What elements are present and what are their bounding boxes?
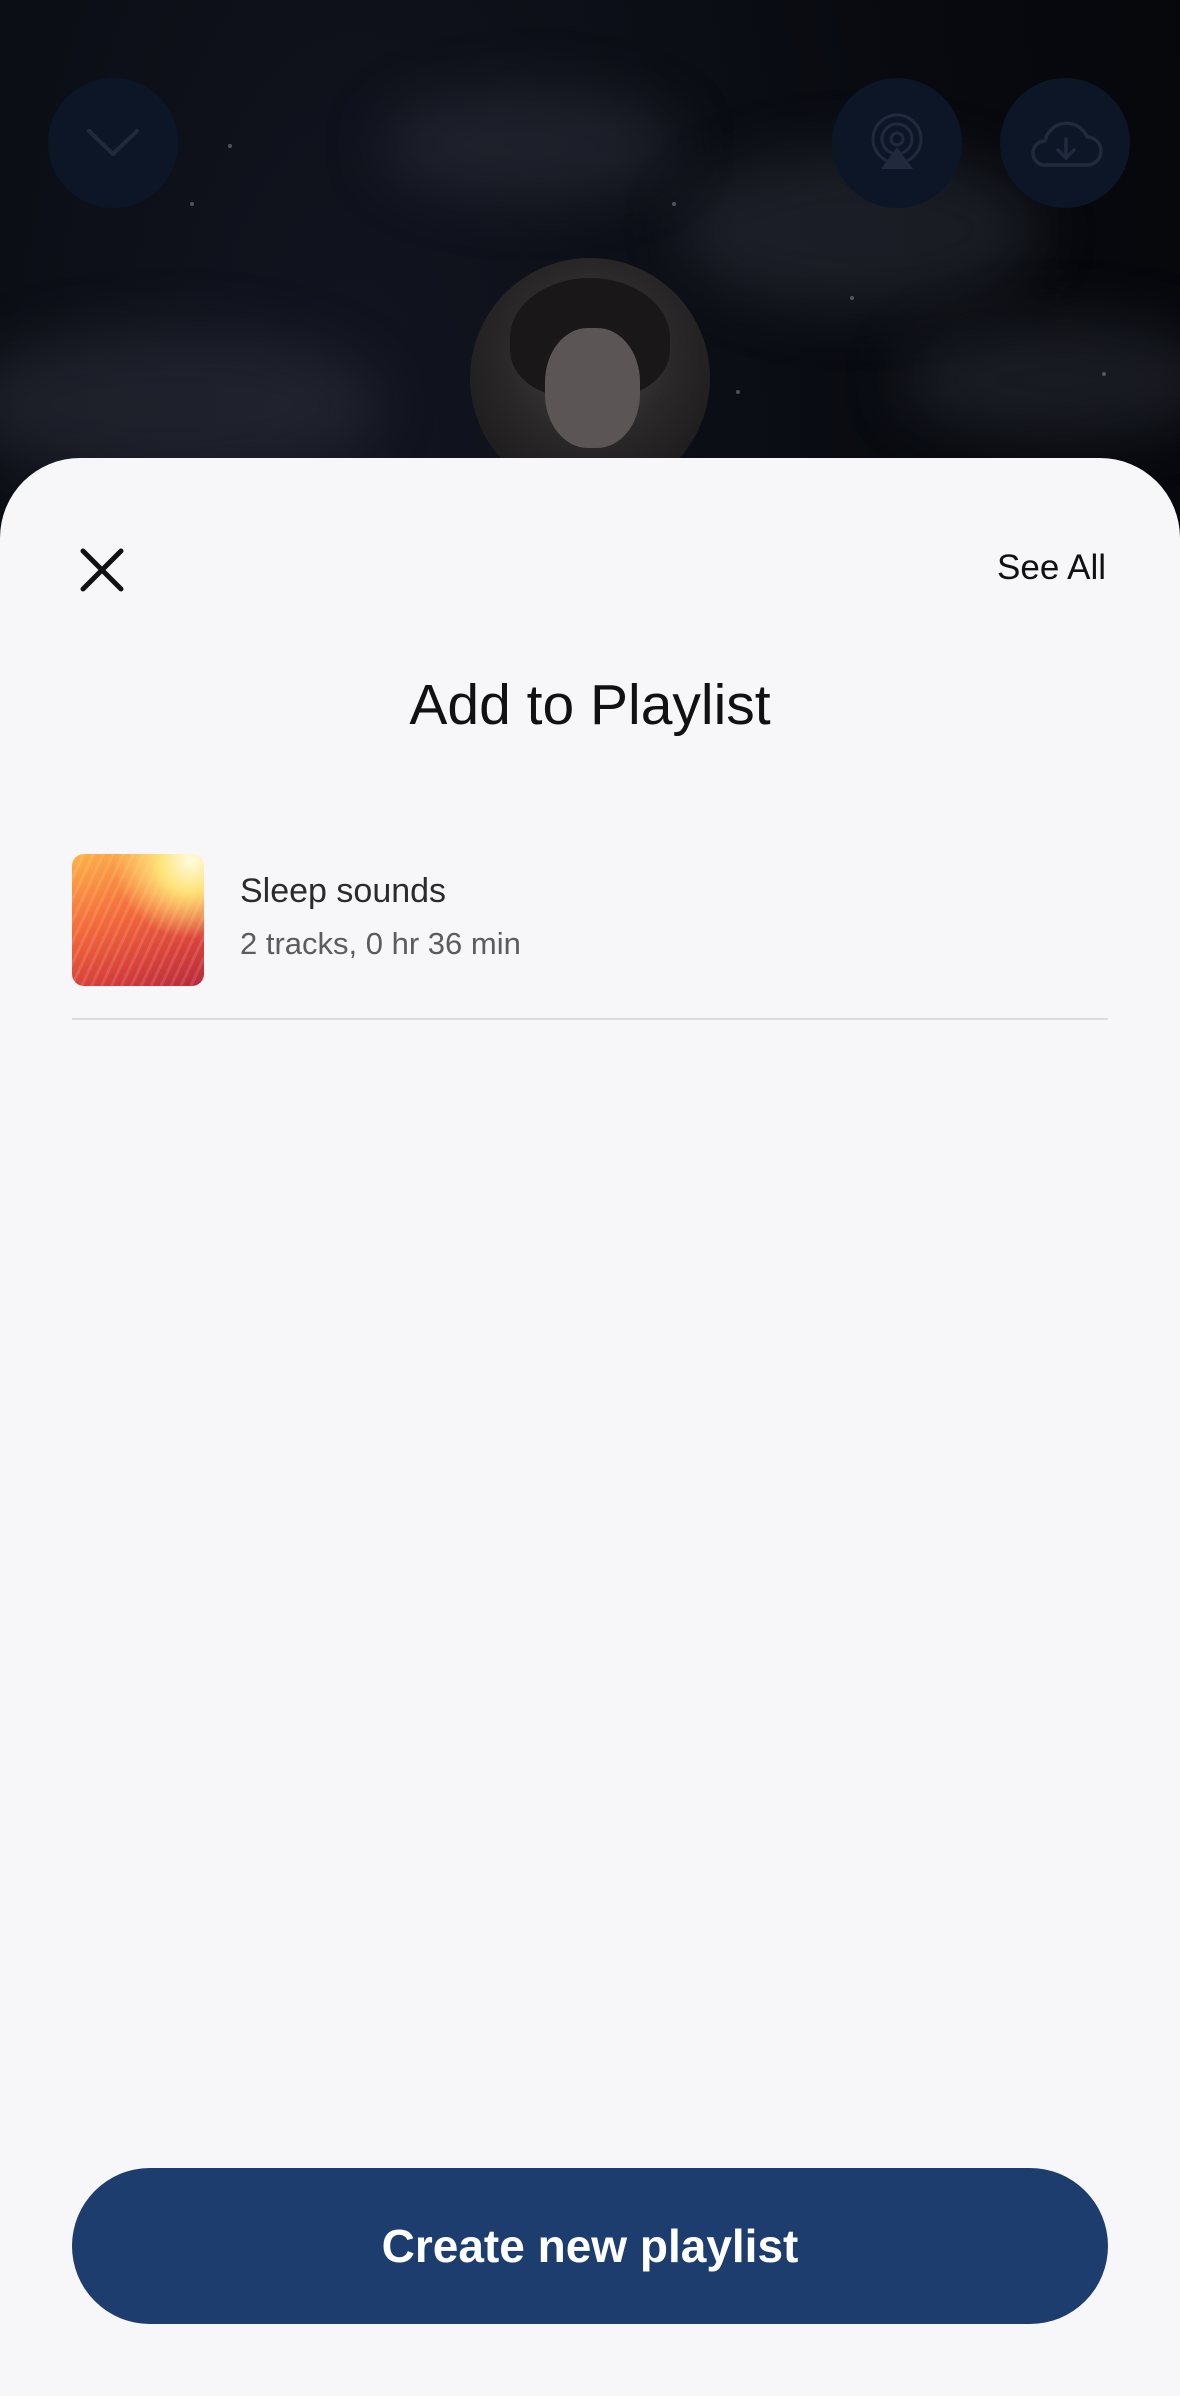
create-new-playlist-button[interactable]: Create new playlist bbox=[72, 2168, 1108, 2324]
artist-face-shape bbox=[545, 328, 640, 448]
close-icon bbox=[80, 548, 124, 592]
cloud-shape bbox=[900, 320, 1180, 440]
airplay-icon bbox=[871, 113, 923, 169]
cloud-download-icon bbox=[1031, 121, 1103, 167]
star-dot bbox=[1102, 372, 1106, 376]
playlist-list-item[interactable]: Sleep sounds 2 tracks, 0 hr 36 min bbox=[72, 852, 1108, 1020]
star-dot bbox=[228, 144, 232, 148]
star-dot bbox=[190, 202, 194, 206]
cloud-shape bbox=[380, 90, 680, 200]
playlist-name: Sleep sounds bbox=[240, 872, 447, 910]
star-dot bbox=[672, 202, 676, 206]
chevron-down-icon bbox=[87, 129, 139, 156]
playlist-meta: 2 tracks, 0 hr 36 min bbox=[240, 926, 521, 961]
sheet-title: Add to Playlist bbox=[409, 673, 771, 737]
collapse-player-button[interactable] bbox=[48, 78, 178, 208]
download-button[interactable] bbox=[1000, 78, 1130, 208]
star-dot bbox=[850, 296, 854, 300]
see-all-link[interactable]: See All bbox=[997, 548, 1106, 588]
add-to-playlist-sheet bbox=[0, 458, 1180, 2396]
playlist-artwork bbox=[72, 854, 204, 986]
star-dot bbox=[736, 390, 740, 394]
cast-button[interactable] bbox=[832, 78, 962, 208]
close-button[interactable] bbox=[62, 530, 142, 610]
